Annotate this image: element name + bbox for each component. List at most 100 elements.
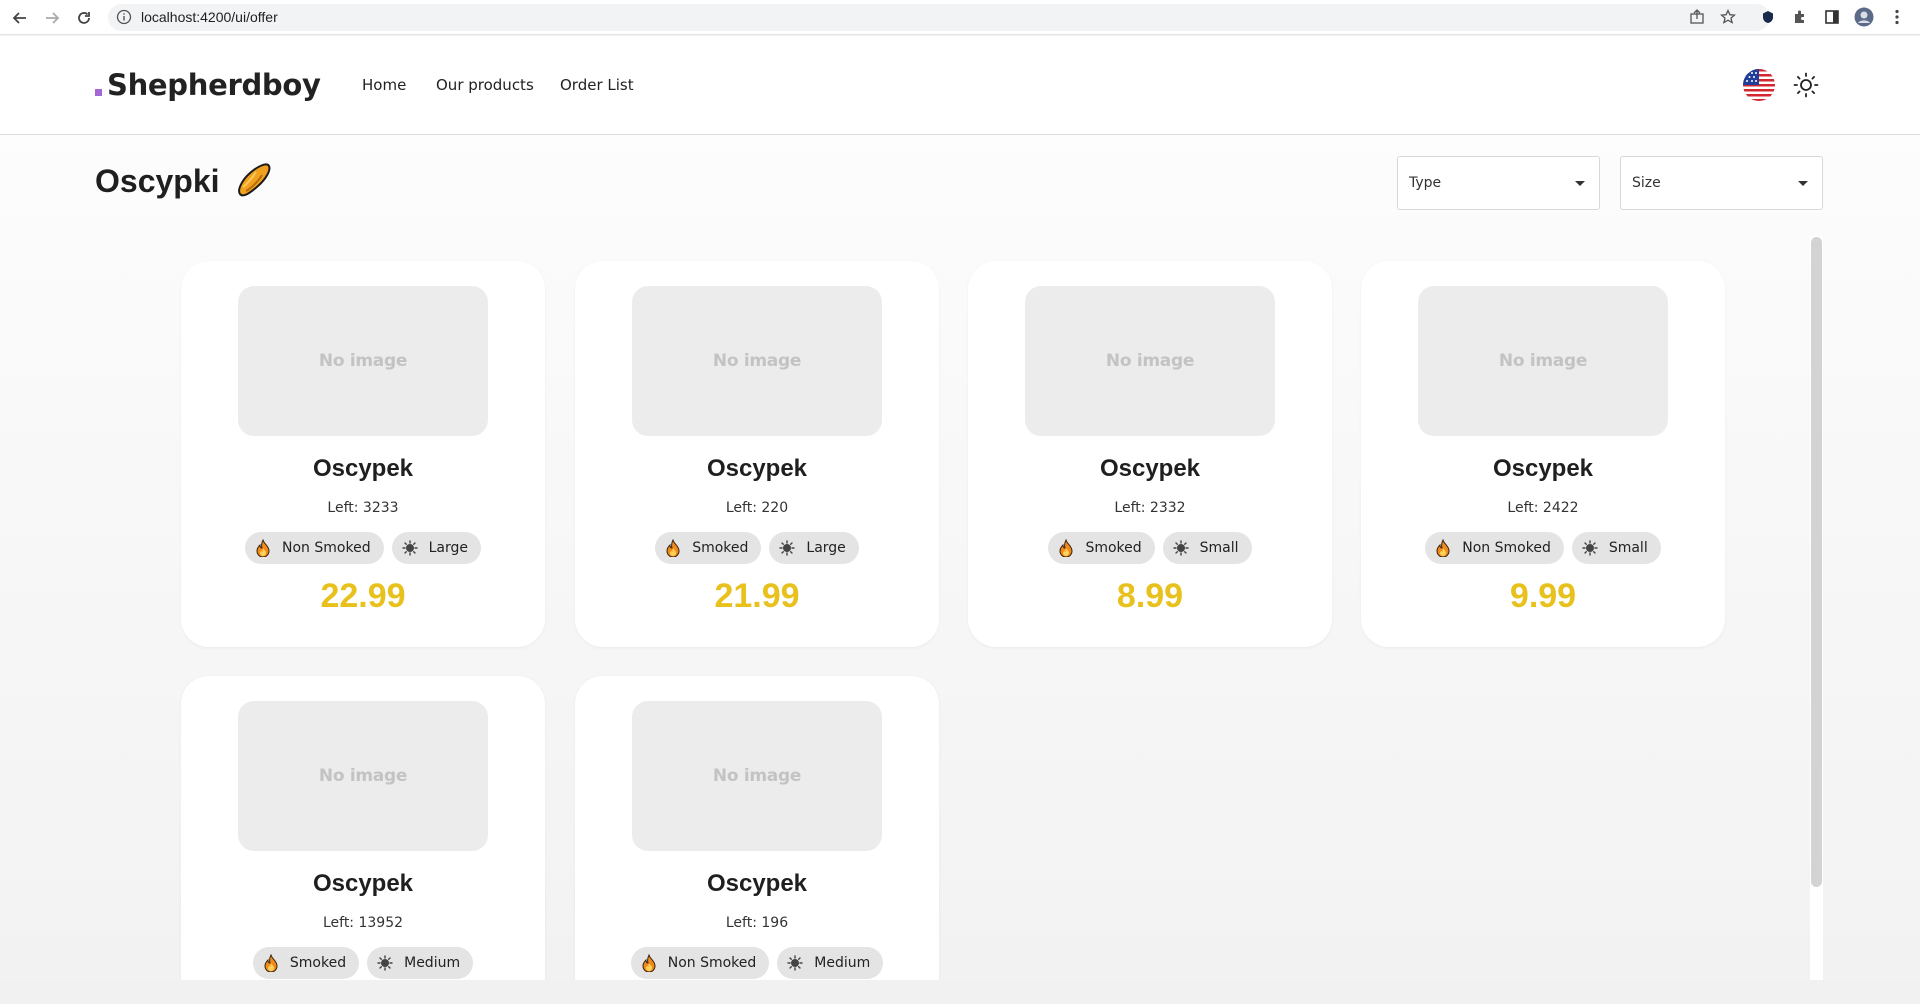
fire-icon bbox=[1434, 539, 1452, 557]
reload-icon[interactable] bbox=[72, 6, 96, 30]
smoke-chip-label: Smoked bbox=[1085, 540, 1142, 556]
size-icon bbox=[376, 954, 394, 972]
extensions-puzzle-icon[interactable] bbox=[1789, 6, 1811, 28]
product-card[interactable]: No image Oscypek Left: 196 Non Smoked Me… bbox=[575, 676, 939, 980]
size-chip: Medium bbox=[367, 947, 474, 979]
type-filter-label: Type bbox=[1409, 175, 1442, 191]
browser-toolbar: localhost:4200/ui/offer bbox=[0, 0, 1920, 35]
site-header: Shepherdboy Home Our products Order List bbox=[0, 36, 1920, 135]
product-name: Oscypek bbox=[1492, 455, 1594, 482]
product-card[interactable]: No image Oscypek Left: 13952 Smoked Medi… bbox=[181, 676, 545, 980]
product-price: 22.99 bbox=[320, 577, 406, 615]
product-image-placeholder: No image bbox=[632, 701, 882, 851]
product-price: 9.99 bbox=[1509, 577, 1577, 615]
product-tags: Non Smoked Small bbox=[1361, 532, 1725, 564]
smoke-chip: Smoked bbox=[1048, 532, 1155, 564]
browser-menu-icon[interactable] bbox=[1886, 6, 1908, 28]
chevron-down-icon bbox=[1575, 181, 1585, 186]
size-chip-label: Small bbox=[1199, 540, 1239, 556]
smoke-chip: Smoked bbox=[252, 947, 360, 979]
product-image-placeholder: No image bbox=[1025, 286, 1275, 436]
nav-order-list[interactable]: Order List bbox=[560, 76, 634, 94]
brand-dot bbox=[95, 89, 102, 96]
window-bottom-edge bbox=[0, 980, 1920, 1004]
product-card[interactable]: No image Oscypek Left: 2422 Non Smoked S… bbox=[1361, 261, 1725, 647]
page-title: Oscypki bbox=[95, 161, 274, 201]
product-image-placeholder: No image bbox=[1418, 286, 1668, 436]
smoke-chip: Non Smoked bbox=[245, 532, 384, 564]
product-tags: Smoked Small bbox=[968, 532, 1332, 564]
sun-icon[interactable] bbox=[1793, 72, 1819, 98]
product-image-placeholder: No image bbox=[632, 286, 882, 436]
cheese-icon bbox=[234, 161, 274, 201]
size-chip: Small bbox=[1571, 532, 1661, 564]
side-panel-icon[interactable] bbox=[1821, 6, 1843, 28]
smoke-chip-label: Smoked bbox=[692, 540, 749, 556]
app-viewport: Shepherdboy Home Our products Order List bbox=[0, 36, 1920, 980]
back-icon[interactable] bbox=[8, 6, 32, 30]
page-title-text: Oscypki bbox=[95, 162, 220, 199]
address-bar[interactable]: localhost:4200/ui/offer bbox=[108, 4, 1770, 31]
smoke-chip: Non Smoked bbox=[1425, 532, 1564, 564]
size-icon bbox=[778, 539, 796, 557]
fire-icon bbox=[262, 954, 280, 972]
smoke-chip: Smoked bbox=[655, 532, 762, 564]
fire-icon bbox=[254, 539, 272, 557]
size-chip: Large bbox=[391, 532, 481, 564]
size-chip-label: Large bbox=[806, 540, 846, 556]
stock-left: Left: 2332 bbox=[1114, 500, 1186, 516]
fire-icon bbox=[664, 539, 682, 557]
product-name: Oscypek bbox=[706, 870, 808, 897]
product-price: 8.99 bbox=[1116, 577, 1184, 615]
extension-shield-icon[interactable] bbox=[1757, 6, 1779, 28]
us-flag-icon[interactable] bbox=[1743, 69, 1775, 101]
nav-home[interactable]: Home bbox=[362, 76, 406, 94]
product-name: Oscypek bbox=[1099, 455, 1201, 482]
product-card[interactable]: No image Oscypek Left: 3233 Non Smoked L… bbox=[181, 261, 545, 647]
product-name: Oscypek bbox=[312, 455, 414, 482]
product-name: Oscypek bbox=[312, 870, 414, 897]
product-tags: Smoked Large bbox=[575, 532, 939, 564]
size-chip-label: Large bbox=[428, 540, 468, 556]
product-tags: Non Smoked Large bbox=[181, 532, 545, 564]
product-image-placeholder: No image bbox=[238, 286, 488, 436]
smoke-chip: Non Smoked bbox=[630, 947, 770, 979]
stock-left: Left: 3233 bbox=[327, 500, 399, 516]
share-icon[interactable] bbox=[1686, 6, 1708, 28]
type-filter-select[interactable]: Type bbox=[1397, 156, 1600, 210]
product-name: Oscypek bbox=[706, 455, 808, 482]
brand-name: Shepherdboy bbox=[107, 68, 321, 102]
site-info-icon[interactable] bbox=[116, 9, 132, 29]
bookmark-star-icon[interactable] bbox=[1717, 6, 1739, 28]
size-filter-select[interactable]: Size bbox=[1620, 156, 1823, 210]
product-card[interactable]: No image Oscypek Left: 220 Smoked Large … bbox=[575, 261, 939, 647]
product-card[interactable]: No image Oscypek Left: 2332 Smoked Small… bbox=[968, 261, 1332, 647]
stock-left: Left: 220 bbox=[725, 500, 789, 516]
chevron-down-icon bbox=[1798, 181, 1808, 186]
stock-left: Left: 196 bbox=[725, 915, 789, 931]
size-icon bbox=[401, 539, 419, 557]
smoke-chip-label: Non Smoked bbox=[282, 540, 371, 556]
size-icon bbox=[1172, 539, 1190, 557]
brand-logo[interactable]: Shepherdboy bbox=[95, 68, 321, 102]
size-icon bbox=[786, 954, 804, 972]
forward-icon[interactable] bbox=[40, 6, 64, 30]
product-image-placeholder: No image bbox=[238, 701, 488, 851]
scrollbar-thumb[interactable] bbox=[1811, 237, 1822, 887]
size-chip: Small bbox=[1162, 532, 1252, 564]
size-filter-label: Size bbox=[1632, 175, 1661, 191]
profile-avatar-icon[interactable] bbox=[1853, 6, 1875, 28]
product-price: 21.99 bbox=[714, 577, 800, 615]
url-text: localhost:4200/ui/offer bbox=[141, 9, 278, 25]
smoke-chip-label: Smoked bbox=[289, 955, 347, 971]
stock-left: Left: 13952 bbox=[322, 915, 404, 931]
product-tags: Smoked Medium bbox=[181, 947, 545, 979]
size-chip-label: Medium bbox=[814, 955, 871, 971]
smoke-chip-label: Non Smoked bbox=[1462, 540, 1551, 556]
size-chip-label: Small bbox=[1608, 540, 1648, 556]
fire-icon bbox=[640, 954, 658, 972]
fire-icon bbox=[1057, 539, 1075, 557]
size-chip: Large bbox=[769, 532, 859, 564]
stock-left: Left: 2422 bbox=[1507, 500, 1579, 516]
nav-our-products[interactable]: Our products bbox=[436, 76, 534, 94]
